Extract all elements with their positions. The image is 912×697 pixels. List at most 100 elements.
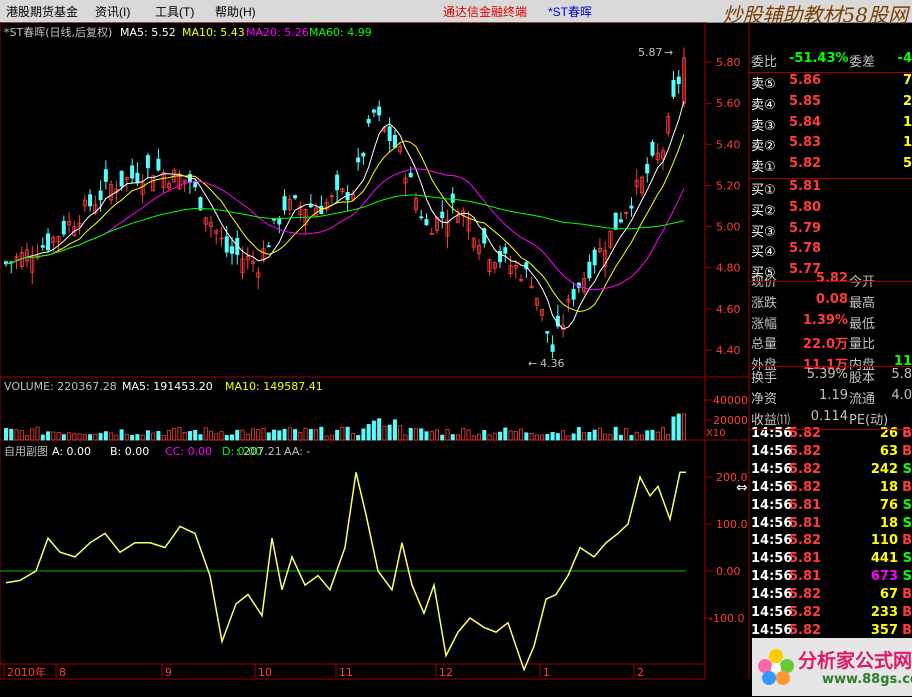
volume-bar xyxy=(345,426,350,441)
quote-divider xyxy=(749,366,912,367)
price-y-ticks: 5.80 5.60 5.40 5.20 5.00 4.80 4.60 4.40 xyxy=(705,56,741,357)
tick-side: B xyxy=(902,587,912,603)
tick-row: 14:56 5.82 63 B xyxy=(751,444,912,462)
volume-bar xyxy=(387,424,392,441)
stat-row: 涨幅 1.39% 最低 xyxy=(751,312,912,332)
watermark: 分析家公式网 www.88gs.com xyxy=(752,638,912,696)
info-label: 收益⑾ xyxy=(751,412,791,428)
volume-bar xyxy=(240,429,245,441)
bid-label: 买③ xyxy=(751,224,776,240)
indicator-aa: AA: - xyxy=(284,445,310,458)
volume-bar xyxy=(550,432,555,441)
indicator-tick-label: 0.00 xyxy=(716,565,741,578)
ask-price: 5.82 xyxy=(789,156,822,172)
tick-time: 14:56 xyxy=(751,479,793,495)
volume-bar xyxy=(540,434,545,441)
volume-bar xyxy=(51,431,56,441)
info-label-2: 股本 xyxy=(849,371,876,386)
volume-bar xyxy=(629,434,634,441)
tick-side: B xyxy=(902,622,912,638)
x-axis-label: 12 xyxy=(439,666,453,679)
tick-price: 5.81 xyxy=(789,569,822,585)
volume-bar xyxy=(613,426,618,441)
volume-bar xyxy=(576,427,581,441)
candle-body xyxy=(387,126,392,142)
volume-bar xyxy=(198,434,203,441)
volume-bar xyxy=(182,431,187,441)
volume-bar xyxy=(72,433,77,441)
menu-item-help[interactable]: 帮助(H) xyxy=(215,3,256,20)
tick-price: 5.81 xyxy=(789,497,822,513)
indicator-a: A: 0.00 xyxy=(52,445,91,458)
tick-price: 5.82 xyxy=(789,443,822,459)
candle-body xyxy=(650,141,655,156)
candle-body xyxy=(613,212,618,230)
price-tick-label: 5.00 xyxy=(716,221,741,234)
volume-bar xyxy=(229,434,234,441)
tick-volume: 110 xyxy=(870,533,898,549)
volume-bar xyxy=(88,434,93,441)
indicator-value: : 207.21 xyxy=(236,445,282,458)
volume-bar xyxy=(624,428,629,441)
stat-value: 1.39% xyxy=(802,312,848,328)
candle-body xyxy=(356,157,361,163)
ask-volume: 5 xyxy=(902,156,912,172)
candle-body xyxy=(98,190,103,201)
volume-bar xyxy=(151,432,156,441)
volume-bar xyxy=(671,416,676,441)
tick-side: S xyxy=(902,551,912,567)
ask-price: 5.83 xyxy=(789,135,822,151)
volume-bar xyxy=(482,430,487,441)
volume-bar xyxy=(266,432,271,441)
candle-body xyxy=(46,233,51,251)
tick-time: 14:56 xyxy=(751,605,793,620)
tick-time: 14:56 xyxy=(751,551,793,567)
volume-bar xyxy=(582,432,587,441)
ask-label: 卖② xyxy=(751,139,776,155)
volume-bar xyxy=(219,431,224,441)
volume-bar xyxy=(272,429,277,441)
indicator-tick-label: -100.0 xyxy=(709,612,744,625)
volume-bar xyxy=(392,419,397,441)
tick-price: 5.82 xyxy=(789,622,822,638)
info-row: 收益⑾ 0.114 PE(动) xyxy=(751,409,912,428)
volume-bar xyxy=(145,430,150,441)
volume-bar xyxy=(498,431,503,441)
volume-bar xyxy=(434,429,439,441)
stat-row: 总量 22.0万 量比 xyxy=(751,333,912,353)
volume-bar xyxy=(61,434,66,441)
ma5-line xyxy=(5,100,685,330)
resize-handle-icon[interactable]: ⇔ xyxy=(736,480,748,496)
menu-item-news[interactable]: 资讯(I) xyxy=(95,3,130,20)
stat-label: 总量 xyxy=(751,337,778,353)
volume-bar xyxy=(56,432,61,441)
tick-price: 5.82 xyxy=(789,533,822,549)
candle-body xyxy=(224,236,229,253)
bid-label: 买② xyxy=(751,203,776,219)
x-axis-labels: 2010年 8 9 10 11 12 1 2 xyxy=(3,664,644,679)
candle-body xyxy=(450,193,455,203)
quote-panel: 委比 -51.43% 委差 -4 卖⑤ 5.86 7 卖④ 5.85 2 卖③ 5.84 1 卖② 5.83… xyxy=(749,51,912,660)
tick-volume: 67 xyxy=(879,587,898,603)
tick-price: 5.82 xyxy=(789,587,822,603)
candle-body xyxy=(277,218,282,225)
tick-side: S xyxy=(902,515,912,531)
menu-item-markets[interactable]: 港股期货基金 xyxy=(6,3,78,20)
candle-body xyxy=(130,165,135,179)
menu-item-tools[interactable]: 工具(T) xyxy=(155,3,194,20)
candle-body xyxy=(40,245,45,248)
tick-side: S xyxy=(902,461,912,477)
info-label-2: 流通 xyxy=(849,391,876,407)
volume-bar xyxy=(634,431,639,441)
volume-bar xyxy=(77,433,82,441)
ask-row: 卖③ 5.84 1 xyxy=(751,115,912,134)
candle-body xyxy=(671,80,676,97)
candlesticks xyxy=(4,47,687,359)
volume-bar xyxy=(319,426,324,441)
price-tick-label: 5.20 xyxy=(716,179,741,192)
candle-body xyxy=(308,204,313,208)
volume-bar xyxy=(235,429,240,441)
candle-body xyxy=(61,220,66,235)
chart-area[interactable]: *ST春晖(日线,后复权) MA5: 5.52 MA10: 5.43 MA20:… xyxy=(0,22,750,697)
price-tick-label: 4.60 xyxy=(716,303,741,316)
